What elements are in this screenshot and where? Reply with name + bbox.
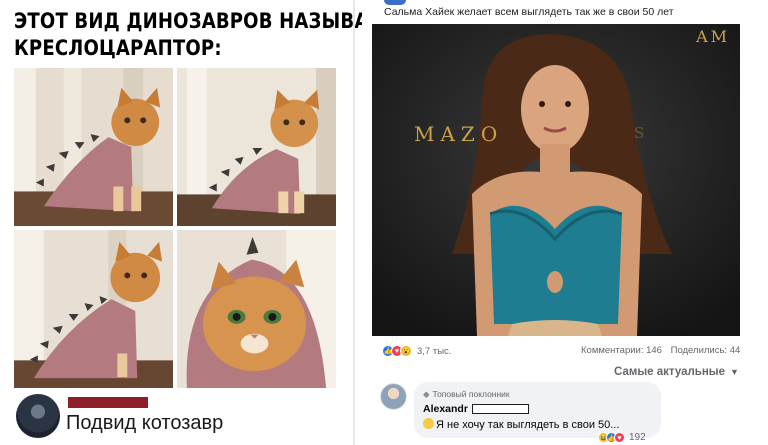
backdrop-text: MAZO — [414, 122, 504, 146]
post-photo[interactable]: MAZO S AM — [372, 24, 740, 336]
meme-title-line1: ЭТОТ ВИД ДИНОЗАВРОВ НАЗЫВАЕТСЯ — [14, 9, 422, 33]
backdrop-text-dim: S — [634, 124, 647, 142]
meme-author: Подвид котозавр — [16, 392, 346, 440]
post-stats: Комментарии: 146 Поделились: 44 — [581, 345, 740, 356]
shares-count[interactable]: Поделились: 44 — [671, 345, 741, 356]
comment-reactions[interactable]: 😆 👍 ♥ 192 — [598, 432, 646, 443]
comment-sort-dropdown[interactable]: Самые актуальные ▼ — [614, 366, 739, 378]
comments-count[interactable]: Комментарии: 146 — [581, 345, 662, 356]
panel-divider — [353, 0, 355, 445]
wow-reaction-icon: 😮 — [400, 345, 412, 357]
cat-photo-1 — [14, 68, 173, 226]
name-redaction-box — [472, 404, 529, 414]
backdrop-text-right: AM — [696, 27, 730, 46]
comment-text-body: Я не хочу так выглядеть в свои 50... — [436, 419, 620, 431]
meme-title-line2: КРЕСЛОЦАРАПТОР: — [14, 36, 222, 60]
love-reaction-icon-small: ♥ — [614, 432, 625, 443]
sort-label: Самые актуальные — [614, 366, 726, 378]
post-reactions[interactable]: 👍 ♥ 😮 3,7 тыс. — [382, 343, 451, 359]
author-avatar[interactable] — [16, 394, 60, 438]
cat-photo-grid — [14, 68, 336, 390]
caret-down-icon: ▼ — [730, 367, 739, 377]
commenter-name[interactable]: Alexandr — [423, 403, 468, 415]
post-caption: Сальма Хайек желает всем выглядеть так ж… — [384, 6, 674, 18]
meme-title: ЭТОТ ВИД ДИНОЗАВРОВ НАЗЫВАЕТСЯ КРЕСЛОЦАР… — [14, 8, 422, 62]
comment-text: Я не хочу так выглядеть в свои 50... — [423, 418, 619, 431]
commenter-avatar[interactable] — [380, 383, 407, 410]
cat-photo-4 — [177, 230, 336, 388]
comment-bubble: ◆ Топовый поклонник Alexandr Я не хочу та… — [414, 382, 661, 438]
top-fan-label: Топовый поклонник — [432, 389, 510, 399]
author-name[interactable]: Подвид котозавр — [66, 412, 223, 435]
diamond-icon: ◆ — [423, 389, 430, 399]
cat-photo-3 — [14, 230, 173, 388]
page-avatar[interactable] — [384, 0, 406, 5]
facebook-post: Сальма Хайек желает всем выглядеть так ж… — [362, 0, 768, 445]
cat-photo-2 — [177, 68, 336, 226]
comment-reaction-count: 192 — [629, 432, 646, 443]
reaction-count: 3,7 тыс. — [417, 345, 452, 357]
redaction-bar — [68, 397, 148, 408]
smiley-emoji-icon — [423, 418, 434, 429]
top-fan-badge: ◆ Топовый поклонник — [423, 389, 510, 400]
meme-panel: ЭТОТ ВИД ДИНОЗАВРОВ НАЗЫВАЕТСЯ КРЕСЛОЦАР… — [0, 0, 422, 445]
